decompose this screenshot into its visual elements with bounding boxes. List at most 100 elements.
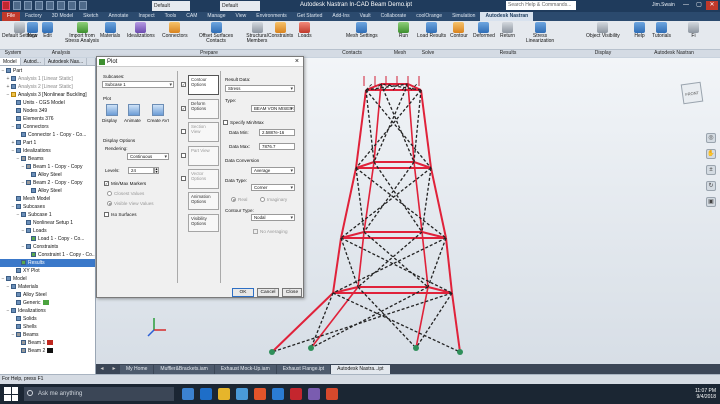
ribbon-tab[interactable]: Factory	[20, 12, 47, 21]
data-min-input[interactable]: 2.5887e-16	[259, 129, 295, 136]
tab-scroll-left-icon[interactable]: ◂	[96, 364, 108, 374]
powerpoint-icon[interactable]	[326, 388, 338, 400]
ribbon-tab[interactable]: File	[2, 12, 21, 21]
ribbon-tab[interactable]: Get Started	[292, 12, 328, 21]
material-dropdown[interactable]: Default	[220, 1, 260, 11]
app-icon[interactable]	[308, 388, 320, 400]
tree-node[interactable]: − Subcases	[0, 203, 95, 211]
iso-surfaces-checkbox[interactable]	[104, 212, 109, 217]
tree-node[interactable]: Load 1 - Copy - Co...	[0, 235, 95, 243]
side-option-checkbox[interactable]: ✓	[181, 82, 186, 87]
ok-button[interactable]: OK	[232, 288, 254, 297]
tree-node[interactable]: Elements 376	[0, 115, 95, 123]
side-option-button[interactable]: Section View	[188, 122, 219, 142]
document-tab[interactable]: Muffler&Brackets.iam	[154, 365, 214, 374]
viewcube[interactable]: FRONT	[680, 81, 704, 105]
system-tray-clock[interactable]: 11:07 PM 9/4/2018	[695, 388, 716, 400]
minimize-button[interactable]: —	[680, 1, 692, 10]
ribbon-tab[interactable]: Add-Ins	[327, 12, 354, 21]
ribbon-button[interactable]: Materials	[100, 22, 120, 39]
inventor-logo-icon[interactable]	[2, 1, 10, 10]
tree-node[interactable]: Shells	[0, 323, 95, 331]
browser-tab-autod[interactable]: Autod...	[21, 58, 45, 65]
ribbon-button[interactable]: Help	[634, 22, 645, 39]
tree-node[interactable]: + Analysis 2 [Linear Static]	[0, 83, 95, 91]
ribbon-tab[interactable]: Sketch	[78, 12, 103, 21]
look-at-icon[interactable]: ▣	[706, 197, 716, 207]
side-option-button[interactable]: Deform Options	[188, 99, 219, 119]
specify-minmax-checkbox[interactable]	[223, 120, 228, 125]
orbit-icon[interactable]: ↻	[706, 181, 716, 191]
dialog-close-icon[interactable]: ×	[295, 57, 299, 67]
tree-node[interactable]: − Subcase 1	[0, 211, 95, 219]
result-data-select[interactable]: Stress	[225, 85, 295, 92]
task-view-icon[interactable]	[182, 388, 194, 400]
outlook-icon[interactable]	[272, 388, 284, 400]
browser-tab-nastran[interactable]: Autodesk Nas...	[45, 58, 88, 65]
tree-node[interactable]: Mesh Model	[0, 195, 95, 203]
tree-node[interactable]: − Beams	[0, 155, 95, 163]
update-icon[interactable]	[79, 1, 87, 10]
real-radio[interactable]	[231, 197, 236, 202]
tree-node[interactable]: Beam 1	[0, 339, 95, 347]
ribbon-tab[interactable]: coolOrange	[411, 12, 447, 21]
data-max-input[interactable]: 7876.7	[259, 143, 295, 150]
chrome-icon[interactable]	[254, 388, 266, 400]
edge-icon[interactable]	[200, 388, 212, 400]
ribbon-tab[interactable]: Tools	[160, 12, 182, 21]
document-tab[interactable]: My Home	[120, 365, 154, 374]
tab-scroll-right-icon[interactable]: ▸	[108, 364, 120, 374]
tree-node[interactable]: − Part	[0, 67, 95, 75]
ribbon-tab[interactable]: 3D Model	[47, 12, 78, 21]
ribbon-button[interactable]: Object Visibility	[586, 22, 620, 39]
tree-node[interactable]: Connector 1 - Copy - Co...	[0, 131, 95, 139]
tree-node[interactable]: Constraint 1 - Copy - Co...	[0, 251, 95, 259]
ribbon-tab[interactable]: Annotate	[103, 12, 133, 21]
open-icon[interactable]	[24, 1, 32, 10]
windows-start-icon[interactable]	[4, 387, 18, 401]
ribbon-tab[interactable]: CAM	[181, 12, 202, 21]
browser-tab-model[interactable]: Model	[0, 58, 21, 65]
side-option-button[interactable]: Vector Options	[188, 169, 219, 189]
undo-icon[interactable]	[46, 1, 54, 10]
subcase-select[interactable]: Subcase 1	[102, 81, 174, 88]
display-button[interactable]	[106, 104, 118, 116]
side-option-button[interactable]: Part View	[188, 146, 219, 166]
levels-input[interactable]: 24	[128, 167, 154, 174]
tree-node[interactable]: Solids	[0, 315, 95, 323]
side-option-checkbox[interactable]: ✓	[181, 106, 186, 111]
taskbar-search-input[interactable]: Ask me anything	[24, 387, 174, 401]
ribbon-tab[interactable]: Collaborate	[376, 12, 412, 21]
tree-node[interactable]: + Part 1	[0, 139, 95, 147]
ribbon-button[interactable]: Offset Surfaces Contacts	[196, 22, 236, 44]
visible-view-values-radio[interactable]	[107, 201, 112, 206]
ribbon-button[interactable]: Load Results	[417, 22, 446, 39]
side-option-checkbox[interactable]	[181, 153, 186, 158]
data-type-select[interactable]: Corner	[251, 184, 295, 191]
imaginary-radio[interactable]	[260, 197, 265, 202]
inventor-taskbar-icon[interactable]	[290, 388, 302, 400]
tree-node[interactable]: − Constraints	[0, 243, 95, 251]
type-select[interactable]: BEAM VON MISES STI	[251, 105, 295, 112]
ribbon-button[interactable]: Loads	[298, 22, 312, 39]
ribbon-button[interactable]: Constraints	[268, 22, 293, 39]
tree-node[interactable]: − Analysis 3 [Nonlinear Buckling]	[0, 91, 95, 99]
side-option-checkbox[interactable]	[181, 129, 186, 134]
close-button[interactable]: ✕	[706, 1, 718, 10]
ribbon-tab[interactable]: Inspect	[133, 12, 159, 21]
tree-node[interactable]: − Beams	[0, 331, 95, 339]
zoom-icon[interactable]: ±	[706, 165, 716, 175]
ribbon-button[interactable]: Contour	[450, 22, 468, 39]
tree-node[interactable]: − Idealizations	[0, 307, 95, 315]
document-tab[interactable]: Exhaust Flange.ipt	[276, 365, 331, 374]
ribbon-tab[interactable]: Autodesk Nastran	[480, 12, 534, 21]
create-avi-button[interactable]	[152, 104, 164, 116]
ribbon-button[interactable]: New	[27, 22, 38, 39]
maximize-button[interactable]: ▢	[693, 1, 705, 10]
side-option-button[interactable]: Contour Options	[188, 75, 219, 95]
ribbon-button[interactable]: Deformed	[473, 22, 495, 39]
contour-type-select[interactable]: Nodal	[251, 214, 295, 221]
store-icon[interactable]	[236, 388, 248, 400]
tree-node[interactable]: Generic	[0, 299, 95, 307]
tree-node[interactable]: − Model	[0, 275, 95, 283]
